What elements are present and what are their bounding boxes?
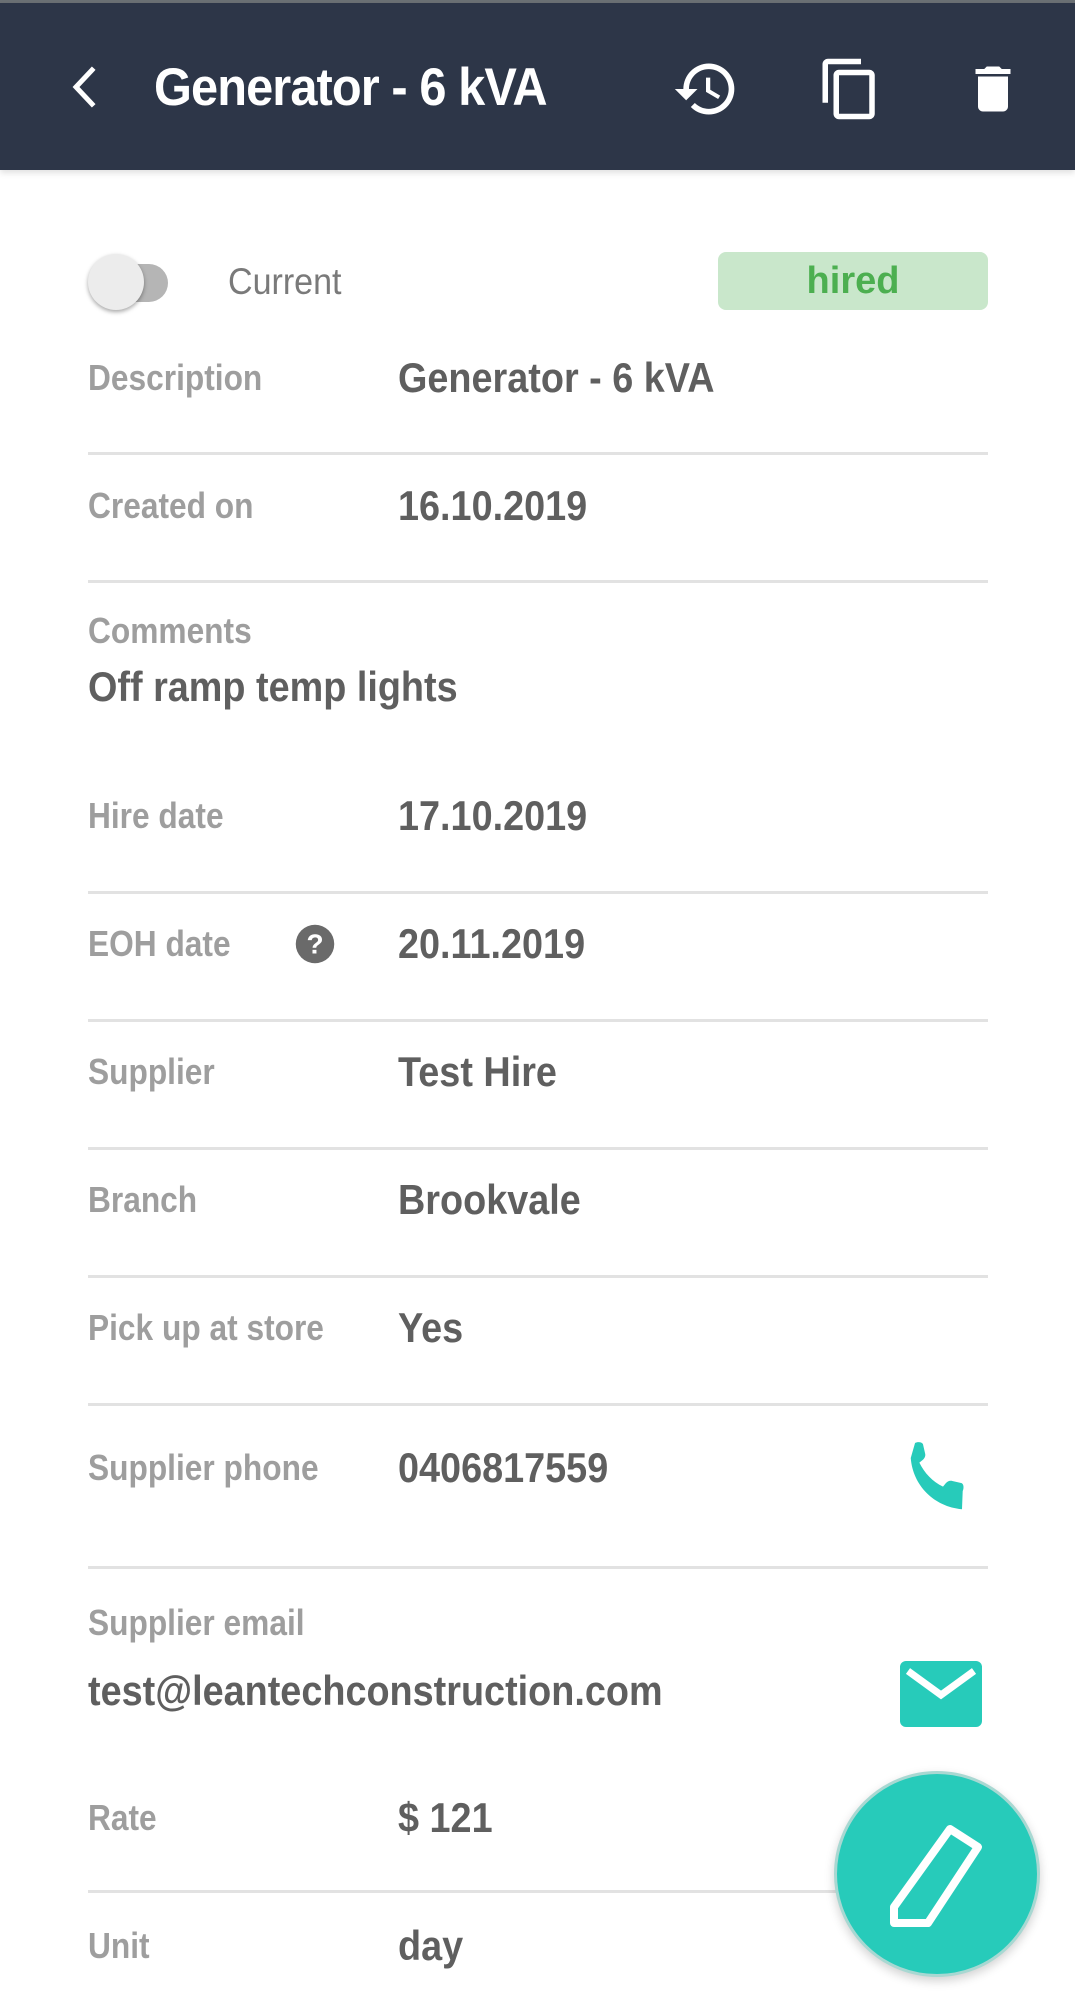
trash-icon [975,66,1011,112]
divider [88,1275,988,1278]
field-value: day [398,1922,464,1969]
field-value: Off ramp temp lights [88,663,458,710]
phone-icon [910,1442,964,1510]
current-toggle[interactable] [88,254,182,310]
field-label: Rate [88,1797,157,1838]
help-circle-icon[interactable]: ? [294,923,336,965]
field-value: 17.10.2019 [398,792,588,839]
copy-icon [822,58,875,120]
field-label: Comments [88,610,252,651]
field-label: Hire date [88,795,224,836]
field-value: Yes [398,1304,464,1351]
field-created-on: Created on 16.10.2019 [88,478,988,588]
field-value: 16.10.2019 [398,482,588,529]
field-value: Brookvale [398,1176,581,1223]
toggle-thumb[interactable] [88,254,144,310]
field-value: Test Hire [398,1048,557,1095]
field-value[interactable]: test@leantechconstruction.com [88,1659,663,1723]
history-button[interactable] [668,49,744,129]
divider [88,1147,988,1150]
field-supplier-email: Supplier email test@leantechconstruction… [88,1595,988,1755]
chevron-left-icon [72,66,96,108]
status-badge: hired [718,252,988,310]
current-row: Current hired [88,240,988,310]
field-comments: Comments Off ramp temp lights [88,605,988,735]
delete-button[interactable] [955,49,1031,129]
field-value: 20.11.2019 [398,920,586,967]
current-label: Current [228,261,342,302]
field-supplier: Supplier Test Hire [88,1044,988,1154]
divider [88,891,988,894]
field-value[interactable]: 0406817559 [398,1440,608,1496]
mail-icon [900,1661,982,1727]
field-label: Created on [88,485,254,526]
field-branch: Branch Brookvale [88,1172,988,1282]
edit-fab-button[interactable] [834,1771,1040,1977]
field-label: EOH date [88,923,231,964]
field-label: Supplier email [88,1602,305,1643]
field-label: Pick up at store [88,1307,324,1348]
field-value: $ 121 [398,1794,493,1841]
field-supplier-phone: Supplier phone 0406817559 [88,1432,988,1572]
divider [88,1566,988,1569]
divider [88,452,988,455]
email-button[interactable] [900,1661,982,1727]
divider [88,580,988,583]
history-icon [674,63,735,115]
field-label: Supplier [88,1051,215,1092]
app-bar: Generator - 6 kVA [0,3,1075,170]
back-button[interactable] [58,59,108,115]
copy-button[interactable] [812,49,888,129]
field-value: Generator - 6 kVA [398,354,715,401]
field-label: Unit [88,1925,150,1966]
field-label: Supplier phone [88,1447,319,1488]
field-hire-date: Hire date 17.10.2019 [88,788,988,898]
field-label: Description [88,357,263,398]
field-eoh-date: EOH date ? 20.11.2019 [88,916,988,1026]
call-button[interactable] [898,1432,988,1522]
field-label: Branch [88,1179,198,1220]
field-description: Description Generator - 6 kVA [88,350,988,460]
pencil-icon [890,1825,982,1927]
divider [88,1019,988,1022]
field-pick-up-at-store: Pick up at store Yes [88,1300,988,1410]
svg-text:?: ? [306,929,323,960]
page-title: Generator - 6 kVA [154,58,548,117]
divider [88,1403,988,1406]
